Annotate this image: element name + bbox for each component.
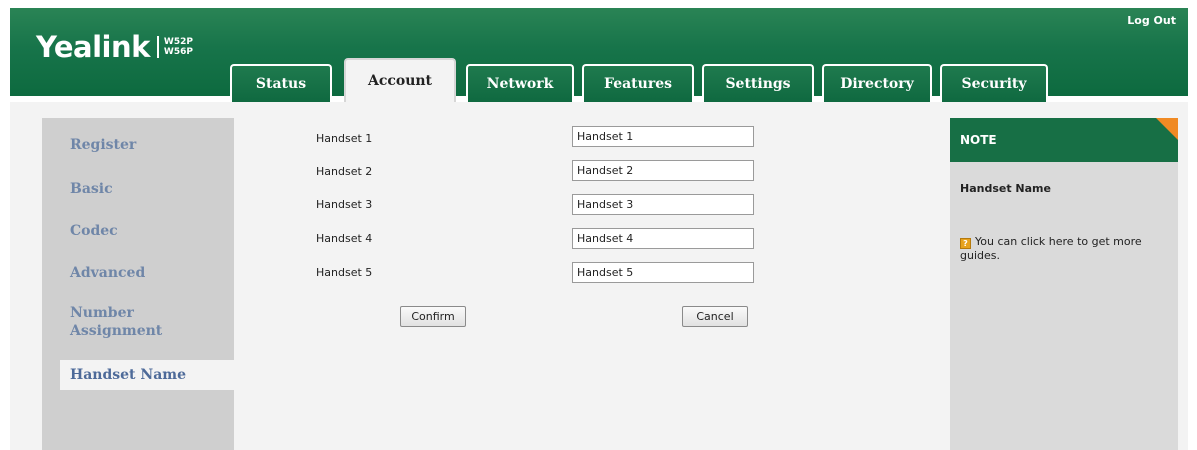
tab-security[interactable]: Security [940, 64, 1048, 102]
model-name: W56P [163, 47, 193, 57]
model-names: W52P W56P [164, 37, 193, 57]
model-name: W52P [163, 37, 193, 47]
sidebar-item-basic[interactable]: Basic [70, 180, 113, 198]
page-frame: Yealink W52P W56P Log Out Status Account… [10, 8, 1188, 450]
help-book-icon[interactable]: ? [960, 238, 971, 249]
note-heading: NOTE [950, 118, 1178, 162]
handset-1-label: Handset 1 [316, 132, 373, 145]
cancel-button[interactable]: Cancel [682, 306, 748, 327]
logout-link[interactable]: Log Out [1127, 14, 1176, 27]
confirm-button[interactable]: Confirm [400, 306, 466, 327]
sidebar-item-register[interactable]: Register [70, 136, 136, 154]
tab-features[interactable]: Features [582, 64, 694, 102]
tab-account[interactable]: Account [344, 58, 456, 102]
handset-3-input[interactable] [572, 194, 754, 215]
sidebar-item-codec[interactable]: Codec [70, 222, 118, 240]
handset-2-input[interactable] [572, 160, 754, 181]
note-title: Handset Name [960, 182, 1051, 195]
sidebar-item-number-assignment[interactable]: Number Assignment [70, 304, 180, 340]
handset-3-label: Handset 3 [316, 198, 373, 211]
note-guide-text: ? You can click here to get more guides. [960, 235, 1170, 263]
note-corner-flag [1156, 118, 1178, 140]
handset-5-input[interactable] [572, 262, 754, 283]
handset-4-input[interactable] [572, 228, 754, 249]
brand-name: Yealink [36, 30, 150, 64]
yealink-logo: Yealink W52P W56P [36, 30, 193, 64]
tab-settings[interactable]: Settings [702, 64, 814, 102]
handset-5-label: Handset 5 [316, 266, 373, 279]
handset-name-form: Handset 1 Handset 2 Handset 3 Handset 4 … [234, 118, 944, 450]
tab-network[interactable]: Network [466, 64, 574, 102]
tab-directory[interactable]: Directory [822, 64, 932, 102]
left-sidebar: Register Basic Codec Advanced Number Ass… [42, 118, 264, 450]
note-panel: NOTE Handset Name ? You can click here to… [950, 118, 1178, 450]
logo-divider [156, 36, 159, 58]
top-header: Yealink W52P W56P Log Out Status Account… [10, 8, 1188, 102]
handset-4-label: Handset 4 [316, 232, 373, 245]
note-guide-link[interactable]: You can click here to get more guides. [960, 235, 1142, 262]
handset-2-label: Handset 2 [316, 165, 373, 178]
handset-1-input[interactable] [572, 126, 754, 147]
sidebar-item-advanced[interactable]: Advanced [70, 264, 145, 282]
tab-status[interactable]: Status [230, 64, 332, 102]
